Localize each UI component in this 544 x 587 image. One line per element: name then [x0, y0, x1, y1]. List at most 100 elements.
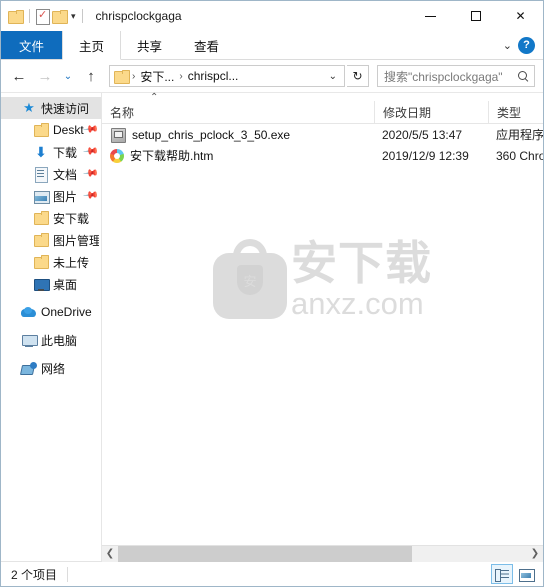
- sidebar-item-picture-manage[interactable]: 图片管理: [1, 229, 101, 251]
- pin-icon: 📌: [81, 186, 99, 204]
- scrollbar-thumb[interactable]: [118, 545, 413, 562]
- explorer-body: ★ 快速访问 Deskt 📌 ⬇ 下载 📌 文档 📌 图片 📌 安下载 图片管理…: [1, 92, 543, 562]
- file-name-label: setup_chris_pclock_3_50.exe: [132, 127, 291, 142]
- breadcrumb-separator-2: ›: [179, 70, 183, 82]
- sidebar-item-this-pc[interactable]: 此电脑: [1, 329, 101, 351]
- ribbon-tab-bar: 文件 主页 共享 查看 ⌄ ?: [1, 31, 543, 60]
- back-button[interactable]: ←: [7, 64, 31, 88]
- sidebar-item-downloads[interactable]: ⬇ 下载 📌: [1, 141, 101, 163]
- file-explorer-window: ▾ chrispclockgaga ✕ 文件 主页 共享 查看 ⌄ ? ← → …: [0, 0, 544, 587]
- sidebar-item-label: 桌面: [53, 277, 78, 292]
- expand-ribbon-icon[interactable]: ⌄: [503, 39, 512, 52]
- help-button[interactable]: ?: [518, 36, 535, 54]
- up-button[interactable]: ↑: [79, 64, 103, 88]
- 360-browser-icon: [110, 149, 124, 163]
- tab-home[interactable]: 主页: [62, 31, 122, 60]
- view-toggle-group: [491, 564, 543, 584]
- pc-icon: [21, 332, 38, 348]
- onedrive-icon: [21, 304, 37, 320]
- sidebar-item-label: 未上传: [53, 255, 90, 270]
- column-header-row: 名称 修改日期 类型: [102, 101, 543, 124]
- watermark-chinese-text: 安下载: [291, 236, 432, 289]
- breadcrumb-dropdown-icon[interactable]: ⌄: [324, 71, 342, 82]
- sidebar-item-label: 下载: [53, 145, 78, 160]
- file-name-cell[interactable]: setup_chris_pclock_3_50.exe: [102, 124, 374, 145]
- horizontal-scrollbar[interactable]: ❮ ❯: [102, 545, 543, 562]
- details-view-button[interactable]: [491, 564, 513, 584]
- sidebar-item-pictures[interactable]: 图片 📌: [1, 185, 101, 207]
- quick-access-toolbar: ▾: [8, 1, 86, 31]
- folder-icon: [33, 232, 49, 248]
- item-count-label: 2 个项目: [11, 567, 58, 582]
- table-row[interactable]: setup_chris_pclock_3_50.exe 2020/5/5 13:…: [102, 124, 543, 145]
- sidebar-item-desktop-pinned[interactable]: Deskt 📌: [1, 119, 101, 141]
- maximize-button[interactable]: [453, 1, 498, 31]
- sidebar-item-label: 快速访问: [41, 101, 90, 116]
- search-icon[interactable]: [517, 70, 530, 83]
- breadcrumb-item-1[interactable]: chrispcl...: [186, 69, 241, 83]
- sidebar-item-label: 图片管理: [53, 233, 99, 248]
- file-name-cell[interactable]: 安下载帮助.htm: [102, 145, 374, 166]
- details-view-icon: [495, 568, 509, 582]
- file-date-cell: 2019/12/9 12:39: [382, 148, 469, 163]
- sidebar-item-onedrive[interactable]: OneDrive: [1, 301, 101, 323]
- breadcrumb[interactable]: › 安下... › chrispcl... ⌄: [109, 65, 345, 87]
- tab-view[interactable]: 查看: [178, 31, 235, 59]
- scrollbar-track[interactable]: [118, 545, 527, 562]
- column-header-date[interactable]: 修改日期: [374, 101, 488, 123]
- scroll-right-icon[interactable]: ❯: [527, 545, 543, 562]
- folder-icon[interactable]: [8, 9, 24, 24]
- recent-locations-button[interactable]: ⌄: [59, 64, 77, 88]
- pane-collapse-area: ⌃: [102, 92, 543, 103]
- close-button[interactable]: ✕: [498, 1, 543, 31]
- scroll-left-icon[interactable]: ❮: [102, 545, 118, 562]
- properties-icon[interactable]: [36, 8, 50, 25]
- sidebar-item-anxiazai[interactable]: 安下载: [1, 207, 101, 229]
- folder-icon: [33, 210, 49, 226]
- status-bar: 2 个项目: [1, 561, 543, 586]
- star-icon: ★: [23, 100, 35, 115]
- file-date-cell: 2020/5/5 13:47: [382, 127, 463, 142]
- sidebar-item-not-uploaded[interactable]: 未上传: [1, 251, 101, 273]
- file-type-cell: 应用程序: [496, 128, 543, 142]
- chevron-down-icon[interactable]: ▾: [71, 11, 76, 22]
- sidebar-item-quick-access[interactable]: ★ 快速访问: [1, 97, 101, 119]
- minimize-button[interactable]: [408, 1, 453, 31]
- column-header-type[interactable]: 类型: [488, 101, 543, 123]
- title-bar: ▾ chrispclockgaga ✕: [1, 1, 543, 31]
- breadcrumb-item-0[interactable]: 安下...: [138, 68, 176, 85]
- tab-share[interactable]: 共享: [121, 31, 178, 59]
- sidebar-item-label: Deskt: [53, 123, 84, 137]
- column-header-name[interactable]: 名称: [102, 101, 374, 123]
- ribbon-right-controls: ⌄ ?: [503, 31, 543, 59]
- watermark-shield-char: 安: [237, 265, 263, 295]
- sidebar-item-label: OneDrive: [41, 305, 92, 319]
- desktop-icon: [33, 276, 50, 292]
- breadcrumb-folder-icon[interactable]: [114, 69, 130, 84]
- sidebar-item-documents[interactable]: 文档 📌: [1, 163, 101, 185]
- collapse-chevron-icon[interactable]: ⌃: [150, 92, 158, 103]
- forward-button[interactable]: →: [33, 64, 57, 88]
- tab-file[interactable]: 文件: [1, 31, 63, 59]
- breadcrumb-separator-1: ›: [132, 70, 136, 82]
- large-icons-view-button[interactable]: [515, 564, 537, 584]
- file-name-label: 安下载帮助.htm: [130, 149, 214, 163]
- sidebar-item-label: 此电脑: [41, 333, 78, 348]
- folder-icon: [33, 122, 49, 138]
- download-icon: ⬇: [35, 144, 47, 160]
- refresh-button[interactable]: ↻: [347, 65, 369, 87]
- sidebar-item-network[interactable]: 网络: [1, 357, 101, 379]
- window-controls: ✕: [408, 1, 543, 31]
- document-icon: [33, 166, 49, 183]
- maximize-icon: [470, 11, 481, 21]
- search-input[interactable]: 搜索"chrispclockgaga": [384, 68, 517, 85]
- minimize-icon: [425, 15, 436, 17]
- sidebar-item-desktop[interactable]: 桌面: [1, 273, 101, 295]
- new-folder-icon[interactable]: [52, 9, 68, 24]
- network-icon: [21, 360, 37, 376]
- large-icons-view-icon: [519, 568, 535, 582]
- table-row[interactable]: 安下载帮助.htm 2019/12/9 12:39 360 Chrome HTM…: [102, 145, 543, 166]
- search-box[interactable]: 搜索"chrispclockgaga": [377, 65, 535, 87]
- watermark: 安 安下载 anxz.com: [102, 239, 543, 319]
- file-list-pane: ⌃ 名称 修改日期 类型 setup_chris_pclock_3_50.exe…: [102, 92, 543, 562]
